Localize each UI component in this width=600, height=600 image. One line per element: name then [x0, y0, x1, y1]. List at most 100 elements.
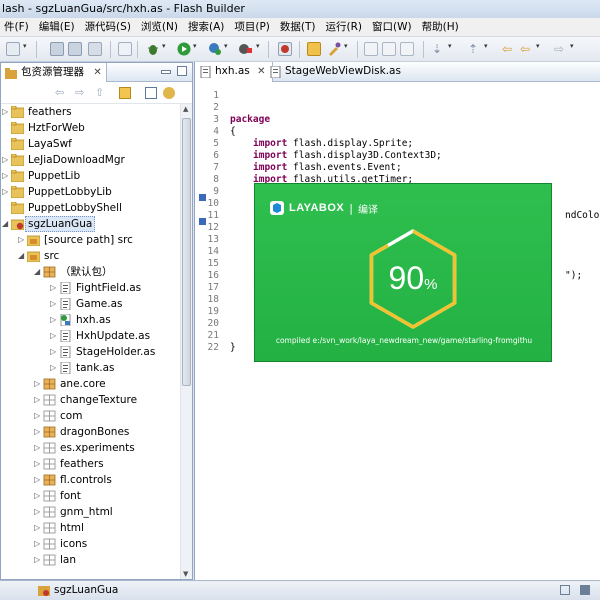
collapsed-arrow-icon[interactable]: ▷: [34, 408, 42, 424]
open-type-icon[interactable]: [307, 42, 321, 56]
collapsed-arrow-icon[interactable]: ▷: [34, 472, 42, 488]
tree-item[interactable]: ▷ HxhUpdate.as: [1, 328, 181, 344]
menu-file[interactable]: 件(F): [0, 18, 35, 37]
collapsed-arrow-icon[interactable]: ▷: [2, 168, 10, 184]
tree-item[interactable]: ◢ src: [1, 248, 181, 264]
run-dropdown-icon[interactable]: ▾: [193, 42, 200, 56]
tree-item[interactable]: ▷ com: [1, 408, 181, 424]
status-icon[interactable]: [560, 585, 570, 595]
up-icon[interactable]: ⇧: [95, 87, 107, 99]
expanded-arrow-icon[interactable]: ◢: [18, 248, 26, 264]
tree-item[interactable]: ▷ fl.controls: [1, 472, 181, 488]
next-annotation-icon[interactable]: ⇣: [432, 42, 446, 56]
collapsed-arrow-icon[interactable]: ▷: [2, 184, 10, 200]
debug-icon[interactable]: [146, 42, 160, 56]
toggle-block-icon[interactable]: [382, 42, 396, 56]
tree-item[interactable]: ▷ font: [1, 488, 181, 504]
build-dropdown-icon[interactable]: ▾: [344, 42, 351, 56]
menu-help[interactable]: 帮助(H): [418, 18, 465, 37]
tree-item[interactable]: ▷ Game.as: [1, 296, 181, 312]
menu-run[interactable]: 运行(R): [322, 18, 369, 37]
tree-item[interactable]: ▷ feathers: [1, 104, 181, 120]
prev-annotation-dropdown-icon[interactable]: ▾: [484, 42, 491, 56]
tree-item[interactable]: ▷ icons: [1, 536, 181, 552]
collapsed-arrow-icon[interactable]: ▷: [2, 152, 10, 168]
print-icon[interactable]: [88, 42, 102, 56]
collapsed-arrow-icon[interactable]: ▷: [34, 376, 42, 392]
menu-data[interactable]: 数据(T): [276, 18, 322, 37]
collapsed-arrow-icon[interactable]: ▷: [34, 520, 42, 536]
collapsed-arrow-icon[interactable]: ▷: [34, 504, 42, 520]
menu-search[interactable]: 搜索(A): [184, 18, 230, 37]
tree-scrollbar[interactable]: ▲ ▼: [180, 104, 192, 579]
menu-window[interactable]: 窗口(W): [368, 18, 418, 37]
last-edit-icon[interactable]: ⇦: [502, 42, 516, 56]
stop-icon[interactable]: [238, 42, 252, 56]
tree-item[interactable]: ▷ PuppetLib: [1, 168, 181, 184]
menu-source[interactable]: 源代码(S): [81, 18, 137, 37]
save-all-icon[interactable]: [68, 42, 82, 56]
new-icon[interactable]: [6, 42, 20, 56]
close-icon[interactable]: ✕: [93, 67, 101, 78]
tree-item[interactable]: ▷ [source path] src: [1, 232, 181, 248]
status-icon[interactable]: [580, 585, 590, 595]
collapsed-arrow-icon[interactable]: ▷: [34, 536, 42, 552]
new-dropdown-icon[interactable]: ▾: [23, 42, 30, 56]
build-icon[interactable]: [327, 42, 341, 56]
menu-navigate[interactable]: 浏览(N): [137, 18, 184, 37]
show-whitespace-icon[interactable]: [400, 42, 414, 56]
tab-stagewebviewdisk-as[interactable]: StageWebViewDisk.as: [265, 62, 407, 82]
export-icon[interactable]: [278, 42, 292, 56]
tree-item[interactable]: ◢ sgzLuanGua: [1, 216, 181, 232]
stop-dropdown-icon[interactable]: ▾: [256, 42, 263, 56]
minimize-icon[interactable]: [161, 70, 171, 74]
collapsed-arrow-icon[interactable]: ▷: [34, 392, 42, 408]
back-arrow-icon[interactable]: ⇦: [55, 87, 67, 99]
scrollbar-thumb[interactable]: [182, 118, 191, 386]
collapsed-arrow-icon[interactable]: ▷: [50, 296, 58, 312]
collapsed-arrow-icon[interactable]: ▷: [50, 360, 58, 376]
tree-item[interactable]: ▷ FightField.as: [1, 280, 181, 296]
forward-arrow-icon[interactable]: ⇨: [75, 87, 87, 99]
toggle-mark-icon[interactable]: [364, 42, 378, 56]
tree-item[interactable]: ▷ es.xperiments: [1, 440, 181, 456]
back-dropdown-icon[interactable]: ▾: [536, 42, 543, 56]
scroll-down-icon[interactable]: ▼: [183, 570, 188, 578]
tree-item[interactable]: HztForWeb: [1, 120, 181, 136]
next-annotation-dropdown-icon[interactable]: ▾: [448, 42, 455, 56]
tree-item[interactable]: ▷ StageHolder.as: [1, 344, 181, 360]
tree-item[interactable]: ▷ dragonBones: [1, 424, 181, 440]
forward-dropdown-icon[interactable]: ▾: [570, 42, 577, 56]
collapsed-arrow-icon[interactable]: ▷: [50, 344, 58, 360]
menu-project[interactable]: 项目(P): [230, 18, 276, 37]
tree-item[interactable]: ▷ lan: [1, 552, 181, 568]
tree-item[interactable]: ▷ feathers: [1, 456, 181, 472]
tree-item[interactable]: ◢ （默认包）: [1, 264, 181, 280]
back-icon[interactable]: ⇦: [520, 42, 534, 56]
profile-dropdown-icon[interactable]: ▾: [224, 42, 231, 56]
profile-icon[interactable]: [208, 42, 222, 56]
maximize-icon[interactable]: [177, 66, 187, 76]
collapsed-arrow-icon[interactable]: ▷: [50, 312, 58, 328]
collapsed-arrow-icon[interactable]: ▷: [34, 424, 42, 440]
collapsed-arrow-icon[interactable]: ▷: [2, 104, 10, 120]
scroll-up-icon[interactable]: ▲: [183, 105, 188, 113]
tree-item[interactable]: ▷ changeTexture: [1, 392, 181, 408]
debug-dropdown-icon[interactable]: ▾: [162, 42, 169, 56]
save-icon[interactable]: [50, 42, 64, 56]
tree-item[interactable]: ▷ html: [1, 520, 181, 536]
tree-item[interactable]: PuppetLobbyShell: [1, 200, 181, 216]
collapse-all-icon[interactable]: [119, 87, 131, 99]
run-icon[interactable]: [177, 42, 191, 56]
forward-icon[interactable]: ⇨: [554, 42, 568, 56]
collapsed-arrow-icon[interactable]: ▷: [50, 328, 58, 344]
tree-item[interactable]: ▷ ane.core: [1, 376, 181, 392]
tree-item[interactable]: ▷ PuppetLobbyLib: [1, 184, 181, 200]
collapsed-arrow-icon[interactable]: ▷: [50, 280, 58, 296]
expanded-arrow-icon[interactable]: ◢: [2, 216, 10, 232]
tab-hxh-as[interactable]: hxh.as ✕: [195, 62, 273, 82]
tree-item[interactable]: LayaSwf: [1, 136, 181, 152]
tree-item[interactable]: ▷ hxh.as: [1, 312, 181, 328]
collapsed-arrow-icon[interactable]: ▷: [34, 488, 42, 504]
tree-item[interactable]: ▷ gnm_html: [1, 504, 181, 520]
